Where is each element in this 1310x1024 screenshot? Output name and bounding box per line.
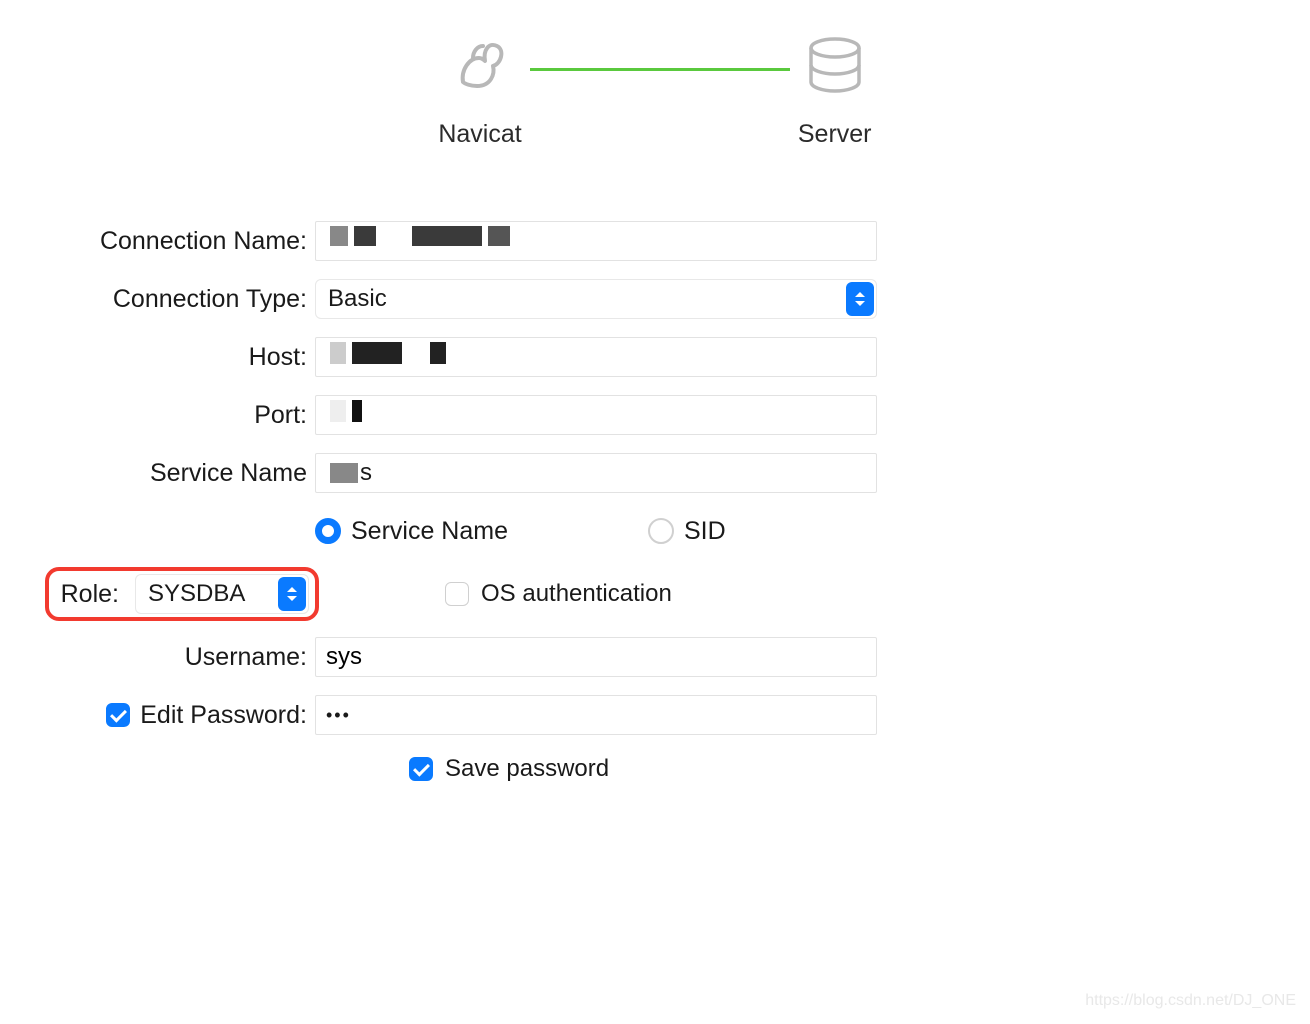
connection-dialog: Navicat Server Connection Name: xyxy=(0,0,1310,783)
chevron-updown-icon xyxy=(846,282,874,316)
service-name-radio-label: Service Name xyxy=(351,517,508,546)
service-sid-row: Service Name SID xyxy=(85,509,975,553)
save-password-label: Save password xyxy=(445,755,609,783)
navicat-icon xyxy=(443,28,517,102)
password-value: ••• xyxy=(326,705,351,726)
connection-type-row: Connection Type: Basic xyxy=(85,277,975,321)
save-password-row[interactable]: Save password xyxy=(409,755,975,783)
username-input[interactable] xyxy=(315,637,877,677)
connection-type-select[interactable]: Basic xyxy=(315,279,877,319)
service-name-input[interactable]: s xyxy=(315,453,877,493)
os-auth-label: OS authentication xyxy=(481,580,672,608)
service-name-label: Service Name xyxy=(85,459,315,488)
navicat-header-item: Navicat xyxy=(438,28,521,149)
port-input[interactable] xyxy=(315,395,877,435)
host-label: Host: xyxy=(85,343,315,372)
password-input[interactable]: ••• xyxy=(315,695,877,735)
connection-type-label: Connection Type: xyxy=(85,285,315,314)
connection-name-row: Connection Name: xyxy=(85,219,975,263)
chevron-updown-icon xyxy=(278,577,306,611)
edit-password-label: Edit Password: xyxy=(140,701,307,730)
watermark: https://blog.csdn.net/DJ_ONE xyxy=(1085,992,1296,1010)
sid-radio[interactable]: SID xyxy=(648,517,726,546)
connection-type-value: Basic xyxy=(328,285,387,313)
server-label: Server xyxy=(798,120,872,149)
server-header-item: Server xyxy=(798,28,872,149)
host-input[interactable] xyxy=(315,337,877,377)
role-value: SYSDBA xyxy=(148,580,245,608)
password-row: Edit Password: ••• xyxy=(85,693,975,737)
sid-radio-label: SID xyxy=(684,517,726,546)
service-name-radio[interactable]: Service Name xyxy=(315,517,508,546)
radio-icon xyxy=(648,518,674,544)
navicat-label: Navicat xyxy=(438,120,521,149)
connection-name-input[interactable] xyxy=(315,221,877,261)
username-label: Username: xyxy=(85,643,315,672)
connector-line xyxy=(530,68,790,71)
header-row: Navicat Server xyxy=(0,28,1310,149)
connection-name-label: Connection Name: xyxy=(85,227,315,256)
os-auth-checkbox-group[interactable]: OS authentication xyxy=(445,580,672,608)
host-row: Host: xyxy=(85,335,975,379)
database-icon xyxy=(798,28,872,102)
role-label: Role: xyxy=(55,580,119,609)
save-password-checkbox[interactable] xyxy=(409,757,433,781)
radio-selected-icon xyxy=(315,518,341,544)
role-row: Role: SYSDBA OS authentication xyxy=(89,567,975,621)
checkbox-icon xyxy=(445,582,469,606)
role-select[interactable]: SYSDBA xyxy=(135,574,309,614)
edit-password-checkbox[interactable] xyxy=(106,703,130,727)
port-label: Port: xyxy=(85,401,315,430)
service-name-row: Service Name s xyxy=(85,451,975,495)
port-row: Port: xyxy=(85,393,975,437)
connection-form: Connection Name: Connection Type: Basic xyxy=(85,219,975,783)
username-row: Username: xyxy=(85,635,975,679)
role-highlight-box: Role: SYSDBA xyxy=(45,567,319,621)
